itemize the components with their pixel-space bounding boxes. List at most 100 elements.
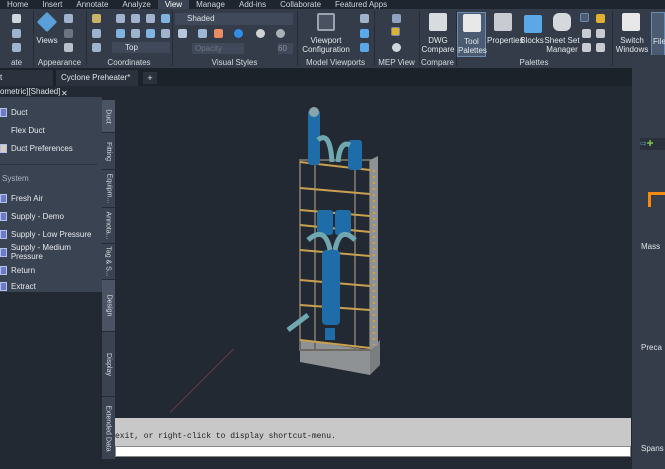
tab-featured-apps[interactable]: Featured Apps <box>328 0 394 9</box>
ucs-origin-icon[interactable] <box>116 29 125 38</box>
tab-home[interactable]: Home <box>0 0 35 9</box>
layer-icon[interactable] <box>596 14 605 23</box>
xray-icon[interactable] <box>178 29 187 38</box>
lights-icon[interactable] <box>256 29 265 38</box>
file-tabs-button[interactable]: File <box>651 12 665 57</box>
palette-item-label: Supply - Demo <box>11 211 64 221</box>
tab-annotate[interactable]: Annotate <box>69 0 115 9</box>
orbit-icon[interactable] <box>12 29 21 38</box>
vtab-duct[interactable]: Duct <box>102 100 115 133</box>
calculator-icon[interactable] <box>596 29 605 38</box>
vtab-fitting[interactable]: Fitting <box>102 133 115 170</box>
tab-manage[interactable]: Manage <box>189 0 232 9</box>
ucs-face-icon[interactable] <box>146 29 155 38</box>
file-tabs-label: File <box>653 37 665 46</box>
opacity-input[interactable]: Opacity <box>192 43 244 54</box>
mep-warning-icon[interactable] <box>391 27 400 36</box>
views-cube-icon[interactable] <box>36 11 58 33</box>
blocks-button[interactable]: Blocks <box>520 36 544 45</box>
views-button[interactable]: Views <box>34 36 60 45</box>
palette-item-label: Duct Preferences <box>11 143 73 153</box>
tab-collaborate[interactable]: Collaborate <box>273 0 328 9</box>
ucs-z-icon[interactable] <box>146 14 155 23</box>
opacity-value[interactable]: 60 <box>278 43 293 54</box>
viewport-config-button[interactable]: Viewport Configuration <box>300 36 352 54</box>
doc-tab-cyclone-preheater[interactable]: Cyclone Preheater* ✕ <box>56 70 138 98</box>
command-input[interactable] <box>115 446 631 457</box>
vtab-extended-data[interactable]: Extended Data <box>102 397 115 460</box>
ucs-zaxis-icon[interactable] <box>161 29 170 38</box>
properties-button[interactable]: Properties <box>487 36 523 45</box>
doc-tab-start[interactable]: t <box>0 70 53 86</box>
clipboard-icon[interactable] <box>596 43 605 52</box>
tool-palettes-button[interactable]: Tool Palettes <box>457 12 487 57</box>
blocks-icon[interactable] <box>524 15 542 33</box>
markup-icon[interactable] <box>582 43 591 52</box>
switch-windows-button[interactable]: Switch Windows <box>614 36 650 54</box>
ribbon: Views Top Shaded Opacity 60 Viewport Con… <box>0 9 665 68</box>
tool-palette: Duct Flex Duct Duct Preferences System F… <box>0 97 102 292</box>
sheet-set-icon[interactable] <box>553 13 571 31</box>
view-select[interactable]: Top <box>112 42 170 53</box>
cyclone-preheater-model[interactable] <box>270 100 410 380</box>
mep-compass-icon[interactable] <box>392 43 401 52</box>
ucs-world-icon[interactable] <box>92 29 101 38</box>
palette-item-supply-demo[interactable]: Supply - Demo <box>0 209 64 223</box>
join-viewport-icon[interactable] <box>360 29 369 38</box>
vtab-annotation[interactable]: Annota... <box>102 208 115 244</box>
label-preca: Preca <box>641 343 662 352</box>
restore-viewport-icon[interactable] <box>360 43 369 52</box>
vtab-display[interactable]: Display <box>102 332 115 397</box>
appearance-icon[interactable] <box>64 43 73 52</box>
panel-title-coordinates: Coordinates <box>107 58 151 67</box>
switch-windows-icon[interactable] <box>622 13 640 31</box>
palette-item-label: Flex Duct <box>11 125 45 135</box>
design-center-icon[interactable] <box>582 29 591 38</box>
palette-item-supply-low[interactable]: Supply - Low Pressure <box>0 227 91 241</box>
viewport-icon[interactable] <box>64 14 73 23</box>
pan-icon[interactable] <box>12 14 21 23</box>
ucs-x-icon[interactable] <box>116 14 125 23</box>
command-line-icon[interactable] <box>580 13 589 22</box>
named-viewport-icon[interactable] <box>360 14 369 23</box>
properties-icon[interactable] <box>494 13 512 31</box>
viewport-label[interactable]: ometric][Shaded] <box>0 86 665 97</box>
shadows-icon[interactable] <box>198 29 207 38</box>
vtab-equipment[interactable]: Equipm... <box>102 170 115 208</box>
palette-item-label: Extract <box>11 281 36 291</box>
edge-effects-icon[interactable] <box>214 29 223 38</box>
panel-nav-icon[interactable]: ⇨✚ <box>640 138 665 150</box>
palette-item-label: Supply - Medium Pressure <box>10 243 71 261</box>
palette-item-duct[interactable]: Duct <box>0 105 27 119</box>
viewport-config-icon[interactable] <box>317 13 335 31</box>
palette-item-duct-preferences[interactable]: Duct Preferences <box>0 141 73 155</box>
dwg-compare-button[interactable]: DWG Compare <box>420 36 456 54</box>
palette-item-supply-medium[interactable]: Supply - Medium Pressure <box>0 243 102 261</box>
panel-title-palettes: Palettes <box>519 58 549 67</box>
palette-item-return[interactable]: Return <box>0 263 35 277</box>
tab-add-ins[interactable]: Add-ins <box>232 0 273 9</box>
visual-style-select[interactable]: Shaded <box>175 13 293 25</box>
vtab-tag-schedule[interactable]: Tag & S... <box>102 244 115 280</box>
palette-item-extract[interactable]: Extract <box>0 280 36 292</box>
ucs-y-icon[interactable] <box>131 14 140 23</box>
ucs-view-icon[interactable] <box>161 14 170 23</box>
mep-display-icon[interactable] <box>392 14 401 23</box>
dwg-compare-icon[interactable] <box>429 13 447 31</box>
textures-icon[interactable] <box>276 29 285 38</box>
panel-title-model-viewports: Model Viewports <box>306 58 365 67</box>
new-tab-button[interactable]: + <box>143 72 157 84</box>
tab-view[interactable]: View <box>157 0 190 9</box>
vtab-design[interactable]: Design <box>102 280 115 332</box>
ucs-icon[interactable] <box>92 14 101 23</box>
palette-item-fresh-air[interactable]: Fresh Air <box>0 191 43 205</box>
ucs-3point-icon[interactable] <box>92 43 101 52</box>
tab-analyze[interactable]: Analyze <box>115 0 157 9</box>
zoom-extents-icon[interactable] <box>12 43 21 52</box>
sheet-set-button[interactable]: Sheet Set Manager <box>544 36 580 54</box>
ucs-object-icon[interactable] <box>131 29 140 38</box>
viewport-2-icon[interactable] <box>64 29 73 38</box>
palette-item-flex-duct[interactable]: Flex Duct <box>0 123 45 137</box>
tab-insert[interactable]: Insert <box>35 0 69 9</box>
materials-icon[interactable] <box>234 29 243 38</box>
